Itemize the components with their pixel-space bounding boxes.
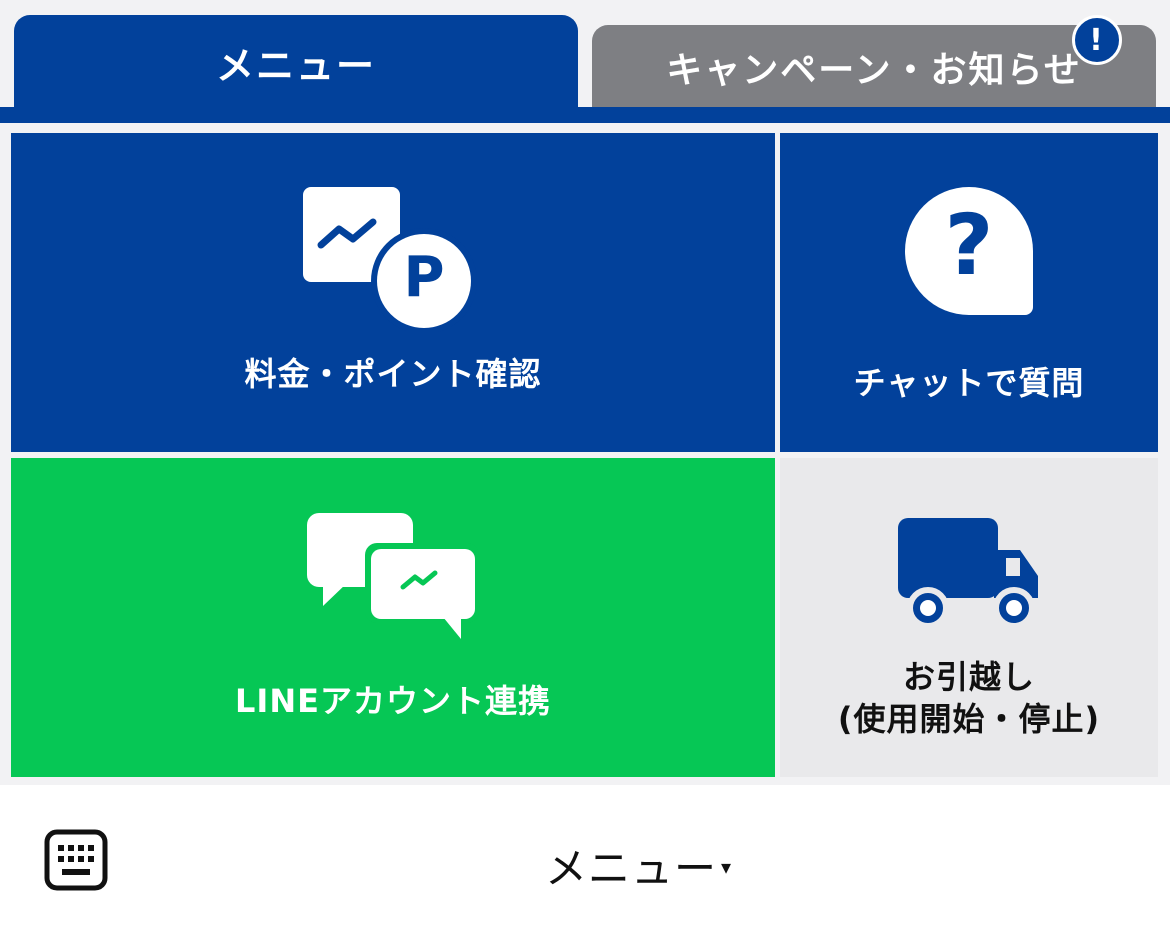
tile-line-account-link-label: LINEアカウント連携 <box>235 682 551 720</box>
tile-billing-points-label: 料金・ポイント確認 <box>244 355 542 393</box>
chart-with-points-icon: P <box>303 187 483 334</box>
caret-down-icon: ▾ <box>721 855 733 879</box>
tab-campaign-news[interactable]: キャンペーン・お知らせ ! <box>592 15 1156 108</box>
tab-underline <box>0 107 1170 123</box>
tile-moving-service-label-line1: お引越し <box>902 658 1035 696</box>
rich-menu-panel: メニュー キャンペーン・お知らせ ! P 料金・ポイント確認 ? チャットで質問… <box>0 0 1170 785</box>
tab-menu[interactable]: メニュー <box>14 15 578 110</box>
tile-line-account-link[interactable]: LINEアカウント連携 <box>11 458 775 777</box>
tab-menu-label: メニュー <box>215 44 376 88</box>
menu-toggle-button[interactable]: メニュー ▾ <box>545 835 732 895</box>
tile-moving-service-label-line2: (使用開始・停止) <box>837 699 1101 738</box>
question-bubble-icon: ? <box>903 185 1035 317</box>
menu-toggle-label: メニュー <box>545 843 718 893</box>
keyboard-icon[interactable] <box>44 829 108 891</box>
billing-icon-letter: P <box>403 245 445 310</box>
tab-campaign-news-label: キャンペーン・お知らせ <box>666 49 1082 91</box>
chat-bubbles-icon <box>307 513 479 641</box>
tile-chat-question[interactable]: ? チャットで質問 <box>780 133 1158 452</box>
tile-chat-question-label: チャットで質問 <box>853 364 1085 402</box>
notification-badge: ! <box>1072 15 1122 65</box>
tile-moving-service[interactable]: お引越し (使用開始・停止) <box>780 458 1158 777</box>
notification-badge-mark: ! <box>1089 22 1105 58</box>
tile-billing-points[interactable]: P 料金・ポイント確認 <box>11 133 775 452</box>
truck-icon <box>896 516 1042 631</box>
line-rich-menu-screen: メニュー キャンペーン・お知らせ ! P 料金・ポイント確認 ? チャットで質問… <box>0 0 1170 941</box>
question-mark-glyph: ? <box>944 196 994 294</box>
